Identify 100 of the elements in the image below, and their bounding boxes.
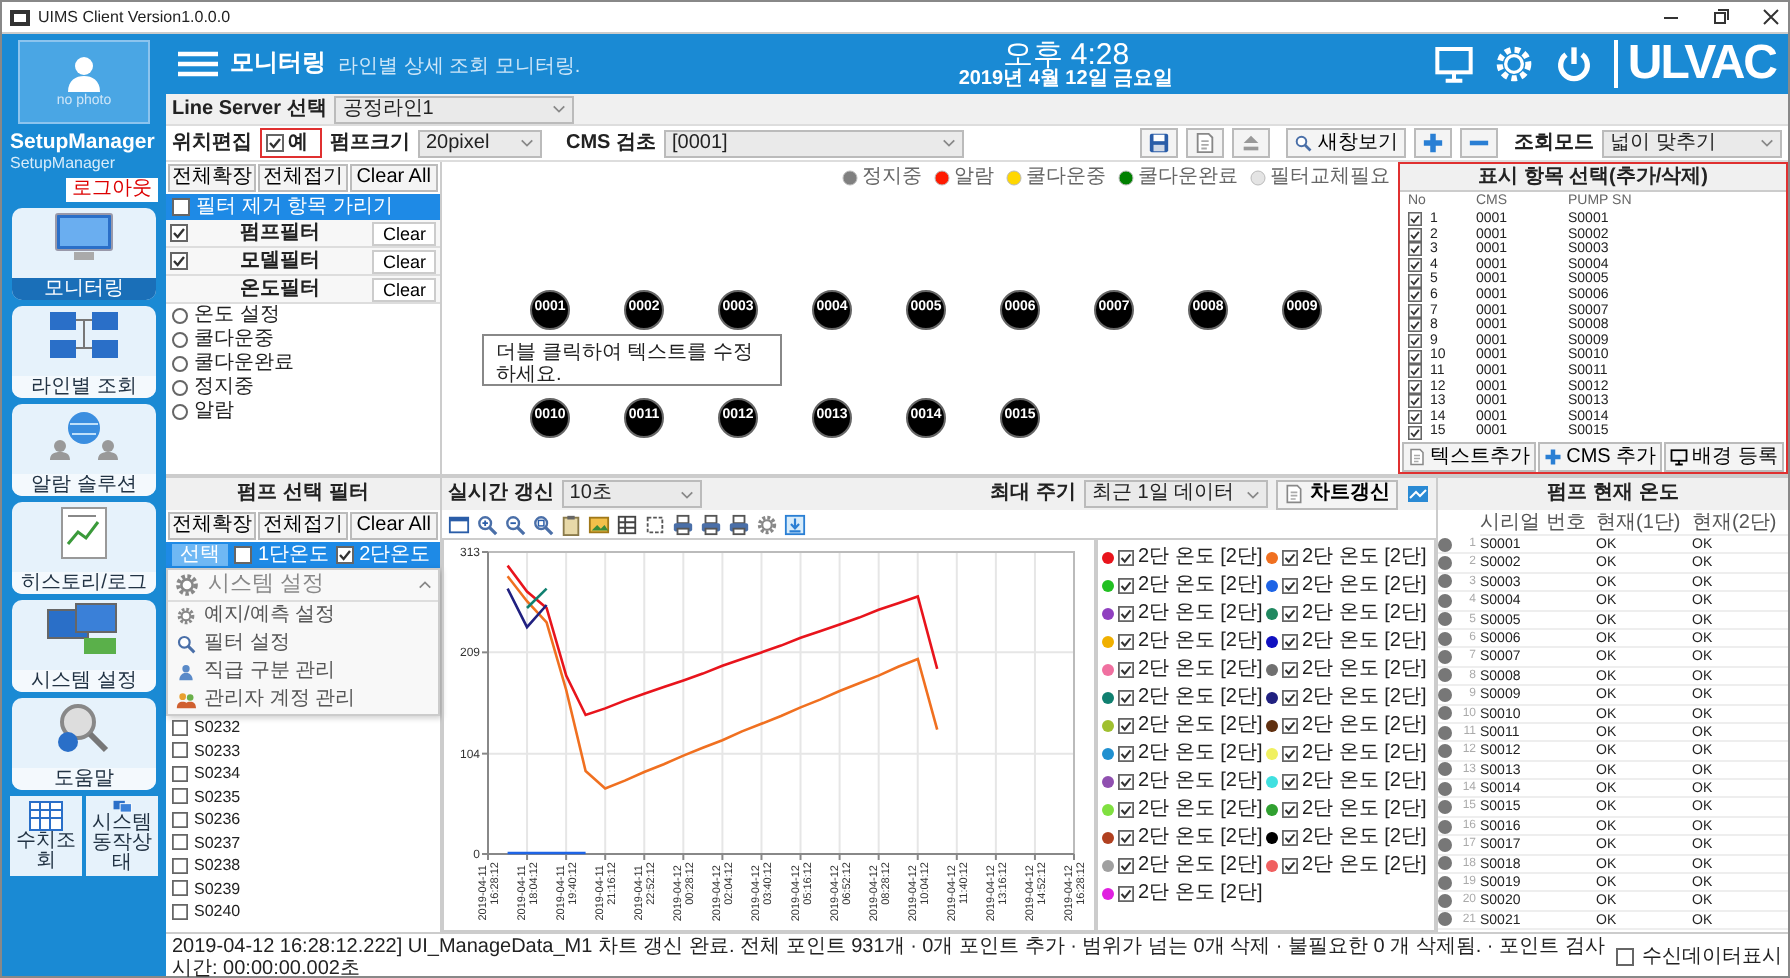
clear-button[interactable]: Clear	[372, 221, 436, 245]
radio-button[interactable]	[172, 356, 188, 372]
checkbox[interactable]	[172, 742, 188, 759]
checkbox[interactable]	[1282, 578, 1298, 594]
radio-button[interactable]	[172, 404, 188, 420]
checkbox[interactable]	[1408, 425, 1422, 440]
panel-button[interactable]: 텍스트추가	[1402, 441, 1537, 472]
checkbox[interactable]	[1118, 886, 1134, 902]
window-icon[interactable]	[448, 513, 470, 535]
chart-icon[interactable]	[1406, 482, 1430, 506]
checkbox[interactable]	[1408, 258, 1422, 273]
panel-button[interactable]: Clear All	[349, 164, 438, 192]
checkbox[interactable]	[172, 834, 188, 851]
frame-icon[interactable]	[644, 513, 666, 535]
download-icon[interactable]	[784, 513, 806, 535]
dropdown[interactable]: 넓이 맞추기	[1602, 129, 1782, 157]
checkbox[interactable]	[1118, 634, 1134, 650]
checkbox[interactable]	[1118, 774, 1134, 790]
close-icon[interactable]	[1762, 8, 1780, 26]
checkbox[interactable]	[1282, 858, 1298, 874]
checkbox[interactable]	[172, 880, 188, 897]
panel-button[interactable]: 전체확장	[168, 512, 257, 540]
power-icon[interactable]	[1553, 44, 1594, 84]
panel-button[interactable]: Clear All	[349, 512, 438, 540]
nav-button[interactable]: 히스토리/로그	[12, 502, 156, 595]
dropdown[interactable]: 공정라인1	[334, 95, 575, 123]
dropdown[interactable]: 10초	[561, 480, 702, 508]
checkbox[interactable]	[266, 134, 284, 152]
chart-refresh-button[interactable]: 차트갱신	[1276, 479, 1398, 509]
nav-button[interactable]: 라인별 조회	[12, 306, 156, 399]
dropdown[interactable]: 최근 1일 데이터	[1084, 480, 1268, 508]
menu-item[interactable]: 직급 구분 관리	[168, 658, 438, 686]
checkbox[interactable]	[1282, 830, 1298, 846]
panel-button[interactable]: 배경 등록	[1664, 441, 1785, 472]
print-icon[interactable]	[672, 513, 694, 535]
checkbox[interactable]	[1616, 948, 1634, 966]
export-button[interactable]	[1232, 128, 1270, 158]
view-button[interactable]: 새창보기	[1286, 128, 1406, 158]
settings-icon[interactable]	[756, 513, 778, 535]
checkbox[interactable]	[1282, 690, 1298, 706]
checkbox[interactable]	[234, 546, 252, 564]
menu-item[interactable]: 관리자 계정 관리	[168, 686, 438, 714]
image-icon[interactable]	[588, 513, 610, 535]
checkbox[interactable]	[1408, 242, 1422, 257]
checkbox[interactable]	[1408, 410, 1422, 425]
checkbox[interactable]	[1118, 578, 1134, 594]
checkbox[interactable]	[172, 811, 188, 828]
zoom-fit-icon[interactable]	[532, 513, 554, 535]
checkbox[interactable]	[335, 546, 354, 564]
checkbox[interactable]	[172, 857, 188, 874]
nav-button[interactable]: 도움말	[12, 698, 156, 791]
nav-button[interactable]: 시스템 동작상태	[86, 796, 158, 877]
zoom-out-icon[interactable]	[504, 513, 526, 535]
nav-button[interactable]: 수치조회	[10, 796, 82, 877]
clipboard-icon[interactable]	[560, 513, 582, 535]
menu-icon[interactable]	[178, 50, 218, 78]
clear-button[interactable]: Clear	[372, 277, 436, 301]
checkbox[interactable]	[1408, 364, 1422, 379]
checkbox[interactable]	[170, 224, 188, 242]
panel-button[interactable]: 전체접기	[258, 164, 348, 192]
checkbox[interactable]	[170, 252, 188, 270]
checkbox[interactable]	[1408, 379, 1422, 394]
dropdown[interactable]: 20pixel	[418, 129, 542, 157]
checkbox[interactable]	[172, 903, 188, 920]
panel-button[interactable]: CMS 추가	[1538, 441, 1663, 472]
text-note[interactable]: 더블 클릭하여 텍스트를 수정하세요.	[482, 333, 782, 385]
print-icon[interactable]	[728, 513, 750, 535]
add-button[interactable]	[1414, 128, 1452, 158]
checkbox[interactable]	[1282, 718, 1298, 734]
checkbox[interactable]	[1282, 606, 1298, 622]
checkbox[interactable]	[1408, 303, 1422, 318]
checkbox[interactable]	[172, 719, 188, 736]
table-icon[interactable]	[616, 513, 638, 535]
checkbox[interactable]	[1118, 746, 1134, 762]
checkbox[interactable]	[1118, 802, 1134, 818]
checkbox[interactable]	[1282, 550, 1298, 566]
remove-button[interactable]	[1460, 128, 1498, 158]
nav-button[interactable]: 알람 솔루션	[12, 404, 156, 497]
nav-button[interactable]: 시스템 설정	[12, 600, 156, 693]
checkbox[interactable]	[1408, 212, 1422, 227]
maximize-icon[interactable]	[1712, 8, 1730, 26]
menu-item[interactable]: 예지/예측 설정	[168, 602, 438, 630]
checkbox[interactable]	[1282, 774, 1298, 790]
checkbox[interactable]	[1118, 858, 1134, 874]
checkbox[interactable]	[172, 198, 190, 216]
save-button[interactable]	[1140, 128, 1178, 158]
radio-button[interactable]	[172, 380, 188, 396]
checkbox[interactable]	[1408, 227, 1422, 242]
monitor-icon[interactable]	[1433, 44, 1474, 84]
logout-button[interactable]: 로그아웃	[66, 178, 158, 203]
radio-button[interactable]	[172, 332, 188, 348]
radio-button[interactable]	[172, 308, 188, 324]
print-icon[interactable]	[700, 513, 722, 535]
panel-button[interactable]: 전체확장	[168, 164, 257, 192]
checkbox[interactable]	[1118, 718, 1134, 734]
checkbox[interactable]	[1118, 606, 1134, 622]
checkbox[interactable]	[172, 765, 188, 782]
checkbox[interactable]	[1408, 288, 1422, 303]
clear-button[interactable]: Clear	[372, 249, 436, 273]
checkbox[interactable]	[1118, 690, 1134, 706]
